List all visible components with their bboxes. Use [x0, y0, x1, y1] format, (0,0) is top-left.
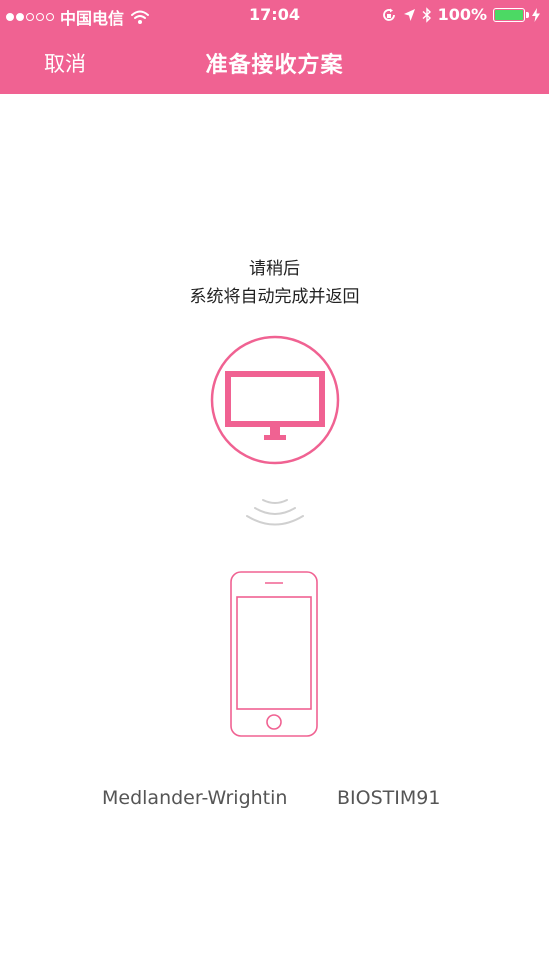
page-title: 准备接收方案 — [205, 53, 344, 78]
auto-return-message: 系统将自动完成并返回 — [189, 287, 360, 307]
signal-waves-icon — [246, 499, 304, 526]
bluetooth-icon — [422, 6, 431, 23]
charging-bolt-icon — [532, 7, 540, 22]
rotation-lock-icon — [382, 8, 395, 21]
location-arrow-icon — [403, 8, 415, 21]
user-name-label: Medlander-Wrightin — [102, 787, 288, 809]
status-bar: 中国电信 17:04 100% — [0, 0, 549, 30]
wait-message: 请稍后 — [249, 259, 300, 279]
app-header: 中国电信 17:04 100% 取消 准备接收方案 — [0, 0, 549, 94]
device-id-label: BIOSTIM91 — [337, 787, 441, 809]
status-right: 100% — [381, 5, 541, 24]
battery-icon — [493, 7, 529, 22]
battery-tip — [526, 11, 529, 18]
battery-fill — [495, 9, 523, 20]
battery-percentage: 100% — [437, 5, 487, 24]
monitor-icon — [210, 335, 340, 465]
phone-icon — [230, 571, 318, 737]
